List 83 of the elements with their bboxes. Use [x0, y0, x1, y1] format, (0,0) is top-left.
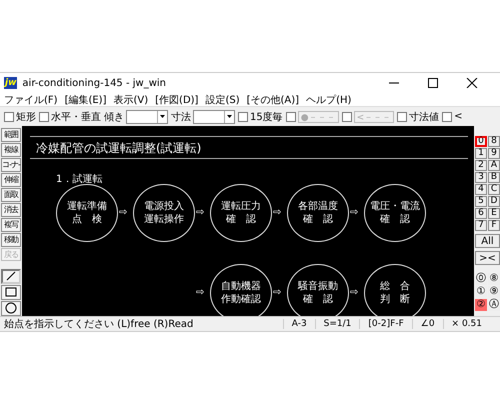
layer-button[interactable]: 8 — [488, 136, 500, 147]
layer-button[interactable]: 3 — [475, 172, 487, 183]
menu-item[interactable]: ヘルプ(H) — [306, 92, 352, 106]
dropdown-arrow-icon — [160, 115, 165, 118]
drawing-heading: 冷媒配管の試運転調整(試運転) — [36, 140, 202, 157]
dropdown-field[interactable] — [193, 110, 235, 124]
status-cell: [0-2]F-F — [359, 319, 412, 329]
menu-item[interactable]: 設定(S) — [205, 92, 240, 106]
tool-button[interactable]: 範囲 — [1, 128, 21, 142]
checkbox-label: 寸法値 — [409, 110, 440, 124]
group-button[interactable]: ② — [475, 299, 487, 311]
checkbox[interactable] — [238, 112, 248, 122]
tool-button[interactable]: 複写 — [1, 218, 21, 232]
app-logo: jw — [4, 77, 18, 89]
checkbox-label: 15度毎 — [250, 110, 283, 124]
layer-button[interactable]: 5 — [475, 196, 487, 207]
section-title: 1．試運転 — [56, 172, 102, 186]
checkbox[interactable] — [286, 112, 296, 122]
group-button[interactable]: ⓪ — [475, 273, 487, 285]
flow-arrow: ⇨ — [273, 287, 282, 299]
status-cell: A-3 — [282, 319, 315, 329]
layer-button[interactable]: D — [488, 196, 500, 207]
checkbox-label: 水平・垂直 — [51, 110, 101, 124]
flow-arrow: ⇨ — [119, 207, 128, 219]
layer-button[interactable]: 2 — [475, 160, 487, 171]
dropdown-field[interactable] — [126, 110, 168, 124]
layer-button[interactable]: B — [488, 172, 500, 183]
layer-button[interactable]: 7 — [475, 220, 487, 231]
menu-item[interactable]: ファイル(F) — [4, 92, 58, 106]
tool-button[interactable]: 消去 — [1, 202, 21, 217]
layer-button[interactable]: 9 — [488, 148, 500, 159]
tool-button[interactable]: 複線 — [1, 142, 21, 157]
process-ellipse: 各部温度 確 認 — [287, 184, 349, 242]
process-ellipse: 電圧・電流 確 認 — [364, 184, 426, 242]
menu-item[interactable]: [その他(A)] — [246, 92, 300, 106]
status-cell: ∠0 — [412, 319, 443, 329]
flow-arrow: ⇨ — [350, 287, 358, 299]
process-ellipse: 総 合 判 断 — [364, 264, 426, 316]
status-message: 始点を指示してください (L)free (R)Read — [3, 318, 194, 331]
field-label: 傾き — [104, 110, 124, 124]
tool-button[interactable]: コ-ナ- — [1, 158, 21, 172]
checkbox[interactable] — [442, 112, 452, 122]
layer-button[interactable]: E — [488, 208, 500, 219]
checkbox[interactable] — [397, 112, 408, 122]
tool-button[interactable]: 伸縮 — [1, 172, 21, 187]
rect-icon — [4, 285, 18, 300]
status-cell: S=1/1 — [314, 319, 360, 329]
tool-button[interactable]: 移動 — [1, 232, 21, 246]
circle-icon — [4, 301, 18, 316]
flow-arrow: ⇨ — [350, 207, 358, 219]
layer-button[interactable]: A — [488, 160, 500, 171]
process-ellipse: 騒音振動 確 認 — [287, 264, 349, 316]
window-title: air-conditioning-145 - jw_win — [22, 78, 168, 88]
line-tool-button[interactable] — [1, 268, 21, 284]
checkbox-label: < — [454, 111, 463, 122]
menu-item[interactable]: [作図(D)] — [155, 92, 198, 106]
flow-arrow: ⇨ — [196, 287, 204, 299]
tool-button[interactable]: 面取 — [1, 188, 21, 202]
group-button[interactable]: Ⓐ — [488, 299, 500, 311]
layer-button[interactable]: 1 — [475, 148, 487, 159]
layer-button[interactable]: 4 — [475, 184, 487, 195]
swap-layers-button[interactable]: >< — [475, 251, 500, 265]
rect-tool-button[interactable] — [1, 284, 21, 300]
checkbox[interactable] — [4, 112, 14, 122]
field-label: 寸法 — [171, 110, 191, 124]
process-ellipse: 自動機器 作動確認 — [210, 264, 272, 316]
flow-arrow: ⇨ — [196, 207, 204, 219]
menu-item[interactable]: 表示(V) — [114, 92, 148, 106]
checkbox-label: 矩形 — [16, 110, 36, 124]
process-ellipse: 運転圧力 確 認 — [210, 184, 272, 242]
flow-arrow: ⇨ — [273, 207, 282, 219]
checkbox[interactable] — [39, 112, 49, 122]
menu-item[interactable]: [編集(E)] — [64, 92, 106, 106]
checkbox[interactable] — [342, 112, 352, 122]
process-ellipse: 運転準備 点 検 — [56, 184, 118, 242]
process-ellipse: 電源投入 運転操作 — [133, 184, 195, 242]
layer-button[interactable]: C — [488, 184, 500, 195]
all-layers-button[interactable]: All — [475, 234, 500, 248]
circle-tool-button[interactable] — [1, 300, 21, 316]
status-cell: × 0.51 — [442, 319, 490, 329]
layer-button[interactable]: F — [488, 220, 500, 231]
layer-button[interactable]: 6 — [475, 208, 487, 219]
dropdown-arrow-icon — [227, 115, 232, 118]
